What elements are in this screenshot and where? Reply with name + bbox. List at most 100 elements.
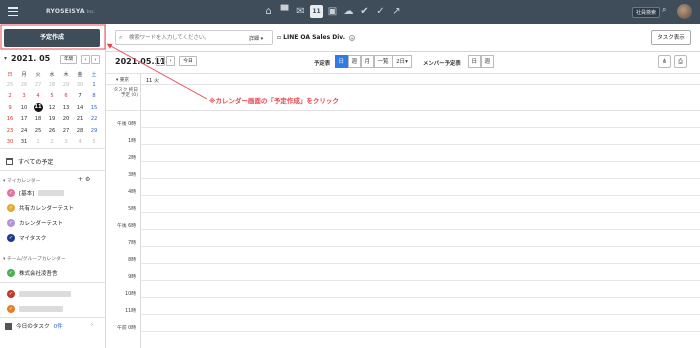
day-cell[interactable]: 25 (3, 79, 17, 91)
prev-month-button[interactable]: ‹ (81, 55, 90, 64)
calendar-item-basic[interactable]: ✓ [基本] (7, 189, 65, 197)
employee-search-button[interactable]: 社員検索 (632, 7, 661, 18)
day-cell[interactable]: 12 (45, 102, 59, 114)
workflow-icon[interactable]: ✔ (358, 5, 371, 18)
today-button[interactable]: 今日 (179, 56, 197, 66)
day-cell[interactable]: 18 (31, 114, 45, 126)
day-cell[interactable]: 23 (3, 125, 17, 137)
day-cell[interactable]: 31 (17, 137, 31, 149)
day-cell[interactable]: 29 (87, 125, 101, 137)
member-view-week-button[interactable]: 週 (480, 55, 495, 68)
collapse-chevron-icon[interactable]: ▾ (4, 55, 7, 62)
my-calendar-header[interactable]: ▾ マイカレンダー + ⚙ (3, 176, 90, 184)
day-cell[interactable]: 13 (59, 102, 73, 114)
check-icon[interactable]: ✓ (7, 234, 15, 242)
check-icon[interactable]: ✓ (7, 219, 15, 227)
day-cell[interactable]: 28 (45, 79, 59, 91)
day-cell[interactable]: 30 (73, 79, 87, 91)
day-cell[interactable]: 5 (45, 91, 59, 103)
avatar[interactable] (677, 4, 692, 19)
calendar-item-other[interactable]: ✓ (7, 305, 63, 313)
task-display-button[interactable]: タスク表示 (651, 30, 691, 45)
day-cell[interactable]: 28 (73, 125, 87, 137)
gear-icon[interactable]: ⚙ (85, 176, 90, 183)
create-schedule-button[interactable]: 予定作成 (4, 29, 100, 47)
prev-day-button[interactable]: ‹ (156, 56, 165, 66)
all-schedules-link[interactable]: すべての予定 (6, 157, 53, 166)
next-day-button[interactable]: › (166, 56, 175, 66)
view-week-button[interactable]: 週 (347, 55, 362, 68)
next-month-button[interactable]: › (91, 55, 100, 64)
day-cell[interactable]: 15 (87, 102, 101, 114)
team-calendar-header[interactable]: ▾ チーム/グループカレンダー (3, 255, 66, 262)
check-icon[interactable]: ✓ (7, 305, 15, 313)
day-cell[interactable]: 3 (17, 91, 31, 103)
day-cell[interactable]: 22 (87, 114, 101, 126)
message-icon[interactable]: ▀ (278, 5, 291, 18)
calendar-item-my-task[interactable]: ✓ マイタスク (7, 234, 46, 242)
day-cell[interactable]: 27 (31, 79, 45, 91)
day-cell[interactable]: 29 (59, 79, 73, 91)
day-cell-today[interactable]: 11 (31, 102, 45, 114)
calendar-item-company[interactable]: ✓ 株式会社凌吾舎 (7, 269, 58, 277)
check-icon[interactable]: ✓ (7, 269, 15, 277)
address-book-icon[interactable]: ▣ (326, 5, 339, 18)
day-cell[interactable]: 25 (31, 125, 45, 137)
check-icon[interactable]: ✓ (7, 204, 15, 212)
day-cell[interactable]: 19 (45, 114, 59, 126)
share-icon[interactable]: ↗ (390, 5, 403, 18)
company-logo[interactable]: RYOSEISYA Inc. (46, 8, 96, 15)
day-cell[interactable]: 14 (73, 102, 87, 114)
day-cell[interactable]: 16 (3, 114, 17, 126)
search-bar[interactable]: ⌕ 詳細 ▾ (115, 30, 273, 45)
day-cell[interactable]: 17 (17, 114, 31, 126)
detail-search-toggle[interactable]: 詳細 ▾ (249, 35, 263, 42)
day-cell[interactable]: 8 (87, 91, 101, 103)
day-cell[interactable]: 26 (17, 79, 31, 91)
day-cell[interactable]: 24 (17, 125, 31, 137)
share-tree-icon[interactable]: ⋔ (658, 55, 671, 68)
mail-icon[interactable]: ✉ (294, 5, 307, 18)
view-2day-button[interactable]: 2日▾ (392, 55, 412, 68)
day-cell[interactable]: 1 (31, 137, 45, 149)
calendar-item-test[interactable]: ✓ カレンダーテスト (7, 219, 63, 227)
day-cell[interactable]: 4 (73, 137, 87, 149)
drive-icon[interactable]: ☁ (342, 5, 355, 18)
view-day-button[interactable]: 日 (334, 55, 349, 68)
day-cell[interactable]: 30 (3, 137, 17, 149)
day-cell[interactable]: 3 (59, 137, 73, 149)
day-cell[interactable]: 20 (59, 114, 73, 126)
day-cell[interactable]: 21 (73, 114, 87, 126)
year-view-button[interactable]: 年間 (60, 55, 77, 64)
day-cell[interactable]: 26 (45, 125, 59, 137)
day-cell[interactable]: 9 (3, 102, 17, 114)
search-input[interactable] (129, 33, 239, 43)
hamburger-menu-icon[interactable] (8, 7, 18, 17)
approval-icon[interactable]: ✓ (374, 5, 387, 18)
timezone-label[interactable]: ▾ 東京 (116, 77, 129, 83)
home-icon[interactable]: ⌂ (262, 5, 275, 18)
check-icon[interactable]: ✓ (7, 290, 15, 298)
today-tasks-link[interactable]: 今日のタスク 0件 › (5, 322, 93, 330)
calendar-app-icon[interactable]: 11 (310, 5, 323, 18)
day-cell[interactable]: 10 (17, 102, 31, 114)
day-cell[interactable]: 5 (87, 137, 101, 149)
settings-icon[interactable]: + (349, 34, 356, 41)
calendar-item-shared-test[interactable]: ✓ 共有カレンダーテスト (7, 204, 74, 212)
print-icon[interactable]: ⎙ (674, 55, 687, 68)
search-icon[interactable]: ⌕ (662, 5, 666, 15)
day-cell[interactable]: 1 (87, 79, 101, 91)
day-cell[interactable]: 27 (59, 125, 73, 137)
divider (106, 73, 700, 74)
add-calendar-icon[interactable]: + (78, 176, 83, 183)
day-cell[interactable]: 2 (45, 137, 59, 149)
calendar-item-other[interactable]: ✓ (7, 290, 71, 298)
check-icon[interactable]: ✓ (7, 189, 15, 197)
day-cell[interactable]: 2 (3, 91, 17, 103)
member-view-day-button[interactable]: 日 (467, 55, 482, 68)
day-cell[interactable]: 6 (59, 91, 73, 103)
view-month-button[interactable]: 月 (360, 55, 375, 68)
view-list-button[interactable]: 一覧 (373, 55, 393, 68)
day-cell[interactable]: 4 (31, 91, 45, 103)
day-cell[interactable]: 7 (73, 91, 87, 103)
